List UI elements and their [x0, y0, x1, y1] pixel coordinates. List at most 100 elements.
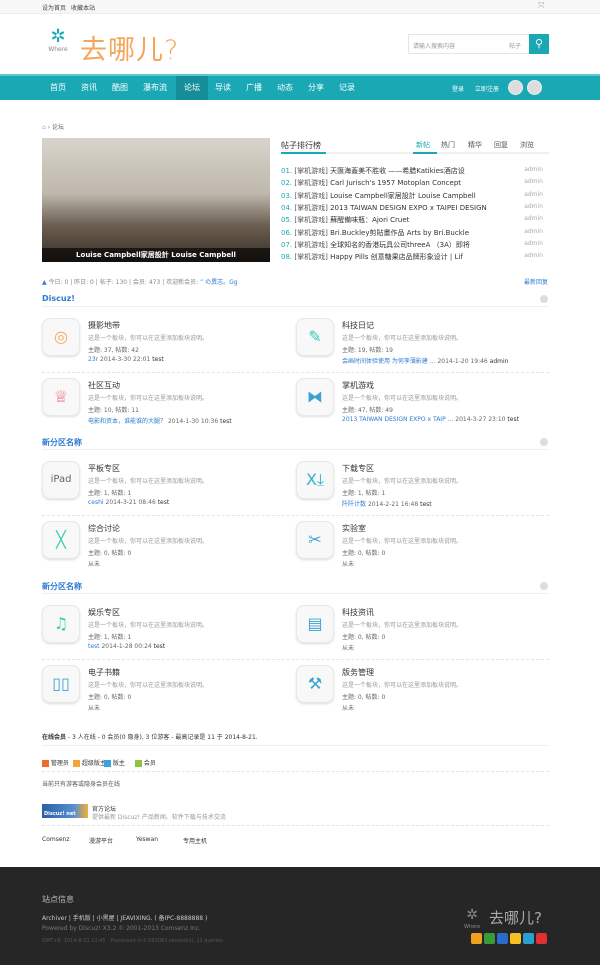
ranking-item[interactable]: 05. [掌机游戏] 蘇醒備味瓶：Ajori Cruet admin [281, 215, 549, 225]
nav-feed[interactable]: 动态 [269, 76, 301, 100]
last-post-link[interactable]: 会画时间体验使用 为何孪薄影建 ... [342, 358, 436, 365]
search-input[interactable]: 请输入搜索内容 [413, 41, 455, 50]
friend-link[interactable]: Yeswan [136, 836, 158, 843]
tab-new[interactable]: 新帖 [416, 140, 430, 150]
nav-pics[interactable]: 酷图 [104, 76, 136, 100]
friend-link[interactable]: Comsenz [42, 836, 69, 843]
last-post-user[interactable]: test [152, 356, 164, 363]
nav-home[interactable]: 首页 [42, 76, 74, 100]
ranking-item[interactable]: 08. [掌机游戏] Happy Pills 创意糖果店品牌形象设计 | Lif… [281, 252, 549, 262]
rank-title[interactable]: 天匯海蓋美不胜收 ——希腊Katikies酒店设 [330, 167, 465, 175]
forum-name[interactable]: 下载专区 [342, 463, 374, 474]
rank-author[interactable]: admin [524, 203, 543, 210]
forum-name[interactable]: 平板专区 [88, 463, 120, 474]
ranking-item[interactable]: 06. [掌机游戏] Bri.Buckley剪貼畫作品 Arts by Bri.… [281, 228, 549, 238]
forum-name[interactable]: 科技日记 [342, 320, 374, 331]
tab-views[interactable]: 浏览 [520, 140, 534, 150]
rank-category[interactable]: [掌机游戏] [294, 229, 327, 237]
last-post-user[interactable]: test [158, 499, 170, 506]
nav-broadcast[interactable]: 广播 [238, 76, 270, 100]
rank-title[interactable]: Carl Jurisch's 1957 Motoplan Concept [330, 179, 461, 187]
forum-name[interactable]: 电子书籍 [88, 667, 120, 678]
forum-name[interactable]: 摄影地带 [88, 320, 120, 331]
ranking-item[interactable]: 07. [掌机游戏] 全球知名的香港玩具公司threeA （3A）即将 admin [281, 240, 549, 250]
book-icon[interactable]: ▯▯ [42, 665, 80, 703]
rank-category[interactable]: [掌机游戏] [294, 241, 327, 249]
rank-category[interactable]: [掌机游戏] [294, 216, 327, 224]
rank-author[interactable]: admin [524, 252, 543, 259]
collapse-icon[interactable] [540, 438, 548, 446]
last-post-user[interactable]: admin [490, 358, 509, 365]
last-post-link[interactable]: 23r [88, 356, 98, 363]
last-post-user[interactable]: test [154, 643, 166, 650]
medal-icon[interactable]: ♕ [42, 378, 80, 416]
expand-icon[interactable]: ⤧ [538, 1, 544, 11]
music-icon[interactable]: ♫ [42, 605, 80, 643]
bookmark-link[interactable]: 收藏本站 [71, 5, 95, 12]
pencil-icon[interactable]: ✎ [296, 318, 334, 356]
tab-reply[interactable]: 回复 [494, 140, 508, 150]
renren-icon[interactable] [497, 933, 508, 944]
camera-icon[interactable]: ◎ [42, 318, 80, 356]
collapse-icon[interactable] [540, 295, 548, 303]
last-post-user[interactable]: test [220, 418, 232, 425]
rank-author[interactable]: admin [524, 191, 543, 198]
tools-icon[interactable]: ✂ [296, 521, 334, 559]
x-icon[interactable]: ╳ [42, 521, 80, 559]
set-homepage-link[interactable]: 设为首页 [42, 5, 66, 12]
nav-guide[interactable]: 导读 [207, 76, 239, 100]
nav-records[interactable]: 记录 [331, 76, 363, 100]
breadcrumb-current[interactable]: 论坛 [52, 124, 64, 131]
douban-icon[interactable] [484, 933, 495, 944]
rank-category[interactable]: [掌机游戏] [294, 167, 327, 175]
login-link[interactable]: 登录 [452, 84, 464, 93]
nav-news[interactable]: 资讯 [73, 76, 105, 100]
online-label[interactable]: 在线会员 [42, 734, 66, 741]
rank-category[interactable]: [掌机游戏] [294, 179, 327, 187]
rank-category[interactable]: [掌机游戏] [294, 204, 327, 212]
search-button[interactable]: ⚲ [529, 34, 549, 54]
section-title[interactable]: 新分区名称 [42, 437, 82, 448]
last-post-user[interactable]: test [507, 416, 519, 423]
rank-title[interactable]: 全球知名的香港玩具公司threeA （3A）即将 [330, 241, 470, 249]
rank-title[interactable]: Bri.Buckley剪貼畫作品 Arts by Bri.Buckle [330, 229, 469, 237]
ipad-icon[interactable]: iPad [42, 461, 80, 499]
nav-forum[interactable]: 论坛 [176, 76, 208, 100]
new-member-link[interactable]: ” の異志。Gg [200, 279, 237, 286]
rank-author[interactable]: admin [524, 228, 543, 235]
hammer-icon[interactable]: ⚒ [296, 665, 334, 703]
last-post-link[interactable]: 阡阡计数 [342, 501, 366, 508]
friend-link[interactable]: 漫游平台 [89, 836, 113, 845]
collapse-icon[interactable] [540, 582, 548, 590]
forum-name[interactable]: 社区互动 [88, 380, 120, 391]
tab-digest[interactable]: 精华 [468, 140, 482, 150]
forum-name[interactable]: 娱乐专区 [88, 607, 120, 618]
rank-title[interactable]: 蘇醒備味瓶：Ajori Cruet [330, 216, 409, 224]
gamepad-icon[interactable]: ⧓ [296, 378, 334, 416]
section-title[interactable]: Discuz! [42, 294, 75, 303]
rank-author[interactable]: admin [524, 215, 543, 222]
rank-author[interactable]: admin [524, 178, 543, 185]
logo-mark[interactable]: ✲ Where [42, 28, 74, 54]
ranking-item[interactable]: 02. [掌机游戏] Carl Jurisch's 1957 Motoplan … [281, 178, 549, 188]
rank-category[interactable]: [掌机游戏] [294, 253, 327, 261]
forum-name[interactable]: 版务管理 [342, 667, 374, 678]
discuz-badge[interactable]: Discuz! net [42, 804, 88, 818]
last-post-link[interactable]: ceshi [88, 499, 104, 506]
last-post-link[interactable]: 2013 TAIWAN DESIGN EXPO x TAIP ... [342, 416, 453, 423]
qzone-icon[interactable] [510, 933, 521, 944]
last-post-link[interactable]: 电影和资本，谁能谁的大腿？ [88, 418, 166, 425]
home-icon[interactable]: ⌂ [42, 124, 46, 131]
ranking-item[interactable]: 01. [掌机游戏] 天匯海蓋美不胜收 ——希腊Katikies酒店设 admin [281, 166, 549, 176]
last-post-user[interactable]: test [420, 501, 432, 508]
ranking-item[interactable]: 04. [掌机游戏] 2013 TAIWAN DESIGN EXPO x TAI… [281, 203, 549, 213]
download-icon[interactable]: X⤓ [296, 461, 334, 499]
slider-caption[interactable]: Louise Campbell家居設計 Louise Campbell [42, 248, 270, 262]
image-slider[interactable]: Louise Campbell家居設計 Louise Campbell [42, 138, 270, 262]
latest-replies-link[interactable]: 最新回复 [524, 277, 548, 286]
section-title[interactable]: 新分区名称 [42, 581, 82, 592]
qq-login-icon[interactable] [508, 80, 523, 95]
nav-waterfall[interactable]: 瀑布流 [135, 76, 175, 100]
logo-text[interactable]: 去哪儿? [80, 28, 179, 67]
rank-author[interactable]: admin [524, 166, 543, 173]
